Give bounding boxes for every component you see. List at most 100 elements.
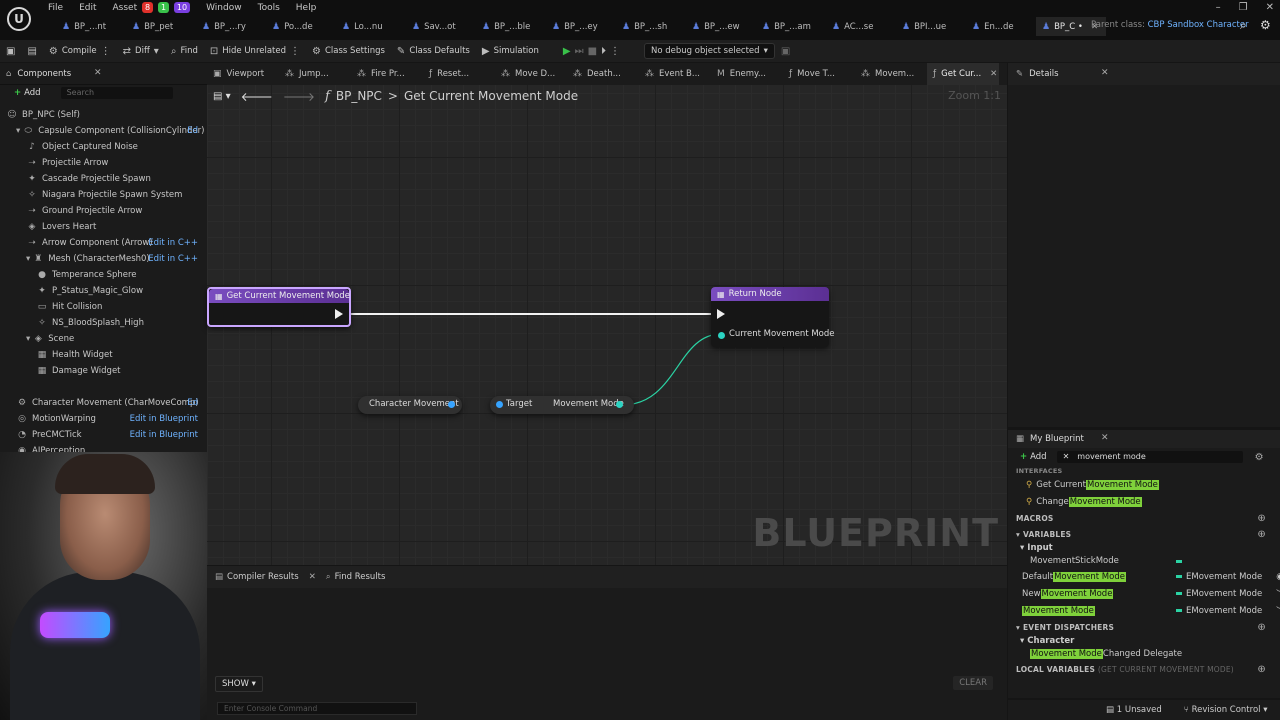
component-row[interactable]: ▭ Hit Collision xyxy=(0,299,207,315)
menu-tools[interactable]: Tools xyxy=(250,2,288,16)
add-dispatcher-icon[interactable]: ⊕ xyxy=(1257,622,1266,633)
add-component-button[interactable]: + Add xyxy=(14,88,41,98)
asset-tab[interactable]: ♟ BP_...nt xyxy=(56,17,126,36)
console-input[interactable]: Enter Console Command xyxy=(217,702,417,715)
component-row[interactable]: ◎ MotionWarping Edit in Blueprint xyxy=(0,411,207,427)
expand-icon[interactable]: ▾ xyxy=(26,334,30,344)
tab-find-results[interactable]: ⌕ Find Results xyxy=(326,572,386,582)
section-event-dispatchers[interactable]: ▾ EVENT DISPATCHERS ⊕ xyxy=(1008,619,1280,635)
add-local-variable-icon[interactable]: ⊕ xyxy=(1257,664,1266,675)
movement-mode-out-pin[interactable] xyxy=(616,401,623,408)
variable-item[interactable]: MovementStickMode xyxy=(1008,554,1280,568)
edit-link[interactable]: Edit in C++ xyxy=(148,254,198,264)
class-settings-button[interactable]: ⚙ Class Settings xyxy=(306,40,391,62)
asset-tab[interactable]: ♟ BP_...am xyxy=(756,17,826,36)
minimize-icon[interactable]: – xyxy=(1216,2,1221,13)
exec-in-pin[interactable] xyxy=(717,309,725,319)
component-row[interactable]: ◔ PreCMCTick Edit in Blueprint xyxy=(0,427,207,443)
variable-type[interactable]: EMovement Mode ︶ xyxy=(1176,604,1280,617)
component-row[interactable]: ▦ Damage Widget xyxy=(0,363,207,379)
component-row[interactable]: ▾ ♜ Mesh (CharacterMesh0) Edit in C++ xyxy=(0,251,207,267)
play-icon[interactable]: ▶ xyxy=(563,46,571,57)
graph-tab[interactable]: ⁂ Move D... xyxy=(495,63,567,85)
asset-tab[interactable]: ♟ En...de xyxy=(966,17,1036,36)
current-movement-mode-pin[interactable] xyxy=(718,332,725,339)
add-macro-icon[interactable]: ⊕ xyxy=(1257,513,1266,524)
edit-link[interactable]: Edit in C++ xyxy=(148,238,198,248)
component-row[interactable]: ➝ Ground Projectile Arrow xyxy=(0,203,207,219)
graph-tab[interactable]: ƒ Get Cur... ✕ xyxy=(927,63,999,85)
expand-icon[interactable]: ▾ xyxy=(16,126,20,136)
variable-type[interactable]: EMovement Mode ◉ xyxy=(1176,572,1280,582)
asset-tab[interactable]: ♟ Lo...nu xyxy=(336,17,406,36)
asset-tab[interactable]: ♟ BP_...ey xyxy=(546,17,616,36)
asset-tab[interactable]: ♟ BP_...ble xyxy=(476,17,546,36)
variable-type[interactable]: EMovement Mode ︶ xyxy=(1176,587,1280,600)
more-icon[interactable]: ⋮ xyxy=(610,46,620,57)
asset-tab[interactable]: ♟ BP_pet xyxy=(126,17,196,36)
asset-tab[interactable]: ♟ BP_...sh xyxy=(616,17,686,36)
settings-icon[interactable]: ⚙ xyxy=(1255,452,1264,463)
asset-tab[interactable]: ♟ AC...se xyxy=(826,17,896,36)
play-options-icon[interactable]: ⏵ xyxy=(601,46,606,57)
close-icon[interactable]: ✕ xyxy=(1101,433,1109,443)
asset-tab[interactable]: ♟ Sav...ot xyxy=(406,17,476,36)
components-search-input[interactable]: Search xyxy=(60,87,173,99)
component-row[interactable]: ● Temperance Sphere xyxy=(0,267,207,283)
target-pin[interactable] xyxy=(496,401,503,408)
graph-tab[interactable]: ƒ Reset... xyxy=(423,63,495,85)
asset-tab[interactable]: ♟ Po...de xyxy=(266,17,336,36)
visibility-icon[interactable]: ︶ xyxy=(1276,604,1280,617)
component-row[interactable]: ✦ P_Status_Magic_Glow xyxy=(0,283,207,299)
close-window-icon[interactable]: ✕ xyxy=(1266,2,1274,13)
section-macros[interactable]: MACROS ⊕ xyxy=(1008,510,1280,526)
exec-out-pin[interactable] xyxy=(335,309,343,319)
step-icon[interactable]: ⏭ xyxy=(575,46,584,57)
graph-tab[interactable]: ▣ Viewport xyxy=(207,63,279,85)
component-row[interactable]: ✧ Niagara Projectile Spawn System xyxy=(0,187,207,203)
debug-filter-button[interactable]: ▣ xyxy=(775,40,796,62)
add-member-button[interactable]: + Add xyxy=(1020,452,1047,462)
graph-tab[interactable]: M Enemy... xyxy=(711,63,783,85)
close-icon[interactable]: ✕ xyxy=(309,572,316,582)
maximize-icon[interactable]: ❐ xyxy=(1239,2,1248,13)
parent-class-link[interactable]: CBP Sandbox Character xyxy=(1148,20,1249,30)
clear-button[interactable]: CLEAR xyxy=(953,676,993,690)
edit-link[interactable]: Edit in Blueprint xyxy=(130,414,198,424)
clear-search-icon[interactable]: ✕ xyxy=(1063,451,1070,463)
return-node[interactable]: ▦ Return Node Current Movement Mode xyxy=(711,287,835,347)
variable-type[interactable] xyxy=(1176,559,1182,563)
my-blueprint-search-input[interactable]: ✕ movement mode xyxy=(1056,451,1243,463)
component-row[interactable]: ✦ Cascade Projectile Spawn xyxy=(0,171,207,187)
component-row[interactable]: ♪ Object Captured Noise xyxy=(0,139,207,155)
find-button[interactable]: ⌕ Find xyxy=(165,40,204,62)
output-pin[interactable] xyxy=(448,401,455,408)
variable-item[interactable]: Default Movement Mode EMovement Mode ◉ xyxy=(1008,568,1280,585)
component-row[interactable]: ☺ BP_NPC (Self) xyxy=(0,107,207,123)
save-button[interactable]: ▣ xyxy=(0,40,21,62)
simulation-button[interactable]: ▶ Simulation xyxy=(476,40,545,62)
component-row[interactable]: ✧ NS_BloodSplash_High xyxy=(0,315,207,331)
component-row[interactable]: ➝ Projectile Arrow xyxy=(0,155,207,171)
stop-icon[interactable]: ■ xyxy=(588,46,597,57)
visibility-icon[interactable]: ◉ xyxy=(1276,572,1280,582)
interface-function-item[interactable]: ⚲ Get Current Movement Mode xyxy=(1008,476,1280,493)
settings-icon[interactable]: ⚙ xyxy=(1260,18,1271,32)
component-row[interactable]: ➝ Arrow Component (Arrow) Edit in C++ xyxy=(0,235,207,251)
menu-help[interactable]: Help xyxy=(288,2,325,16)
section-local-variables[interactable]: LOCAL VARIABLES (GET CURRENT MOVEMENT MO… xyxy=(1008,661,1280,677)
close-icon[interactable]: ✕ xyxy=(1101,68,1109,78)
expand-icon[interactable]: ▾ xyxy=(26,254,30,264)
class-defaults-button[interactable]: ✎ Class Defaults xyxy=(391,40,476,62)
menu-window[interactable]: Window xyxy=(198,2,250,16)
tab-compiler-results[interactable]: ▤ Compiler Results ✕ xyxy=(215,572,316,582)
unsaved-status[interactable]: ▤ 1 Unsaved xyxy=(1106,705,1162,715)
variable-category[interactable]: ▾ Input xyxy=(1008,542,1280,554)
menu-edit[interactable]: Edit xyxy=(71,2,104,16)
component-row[interactable]: ⚙ Character Movement (CharMoveComp) Ed xyxy=(0,395,207,411)
edit-link[interactable]: Ed xyxy=(187,398,198,408)
graph-tab[interactable]: ⁂ Fire Pr... xyxy=(351,63,423,85)
function-entry-node[interactable]: ▦ Get Current Movement Mode xyxy=(207,287,351,327)
section-interfaces[interactable]: INTERFACES xyxy=(1008,466,1280,476)
asset-tab[interactable]: ♟ BPI...ue xyxy=(896,17,966,36)
